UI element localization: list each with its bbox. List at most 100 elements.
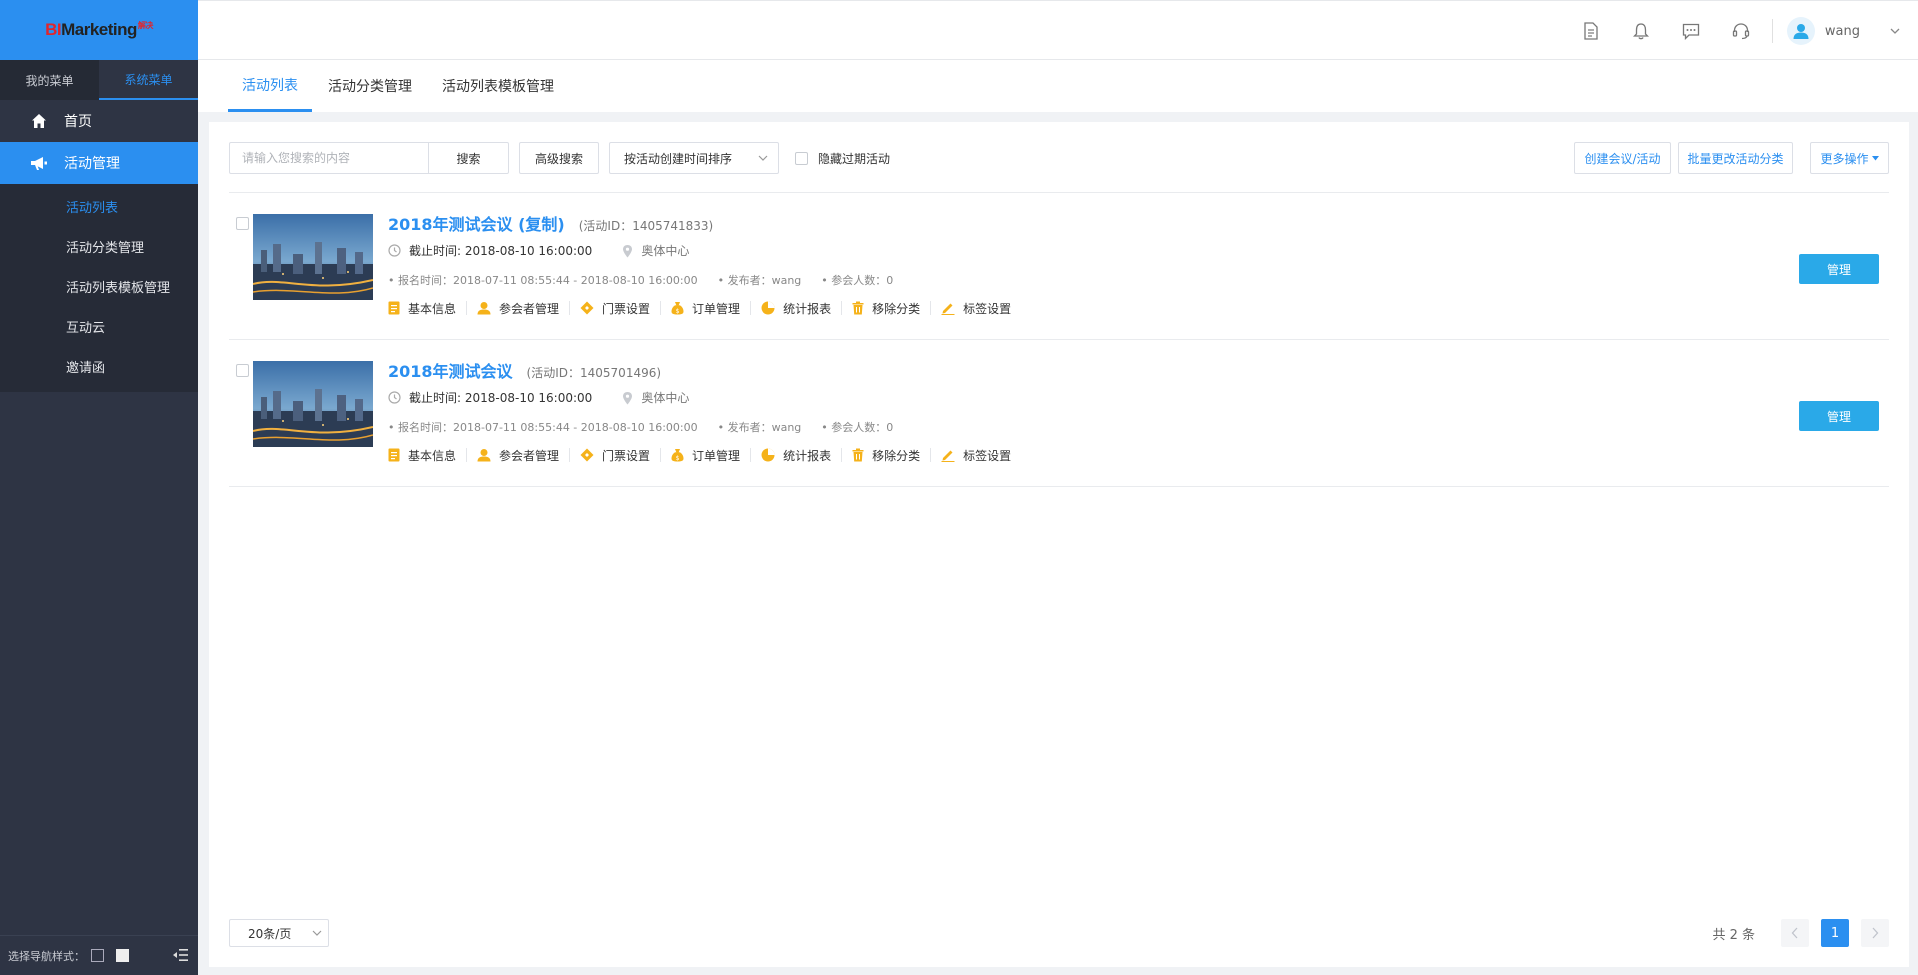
create-event-button[interactable]: 创建会议/活动 [1574,142,1671,174]
event-location: 奥体中心 [622,242,689,259]
content-panel: 搜索 高级搜索 按活动创建时间排序 隐藏过期活动 创建会议/活动 批量更改活动分… [209,122,1909,967]
subnav: 活动列表 活动分类管理 活动列表模板管理 互动云 邀请函 [0,184,198,392]
page-size-select[interactable]: 20条/页 [229,919,329,947]
nav-activity-label: 活动管理 [64,156,120,172]
tab-system-menu[interactable]: 系统菜单 [99,60,198,100]
chevron-down-icon [312,927,322,942]
pencil-icon [941,448,955,462]
action-remove-category[interactable]: 移除分类 [852,301,932,316]
event-title[interactable]: 2018年测试会议 (复制) [388,211,565,235]
event-publisher: • 发布者：wang [717,274,802,287]
event-actions: 基本信息 参会者管理 门票设置 $ 订单管理 统计报表 移除分类 标签设置 [388,301,1031,316]
user-menu[interactable]: wang [1779,17,1918,45]
nav-home-label: 首页 [64,114,92,130]
event-publisher: • 发布者：wang [717,421,802,434]
sidebar-item-template-management[interactable]: 活动列表模板管理 [0,266,198,306]
chevron-left-icon [1791,927,1798,939]
clock-icon [388,391,401,404]
advanced-search-button[interactable]: 高级搜索 [519,142,599,174]
event-location: 奥体中心 [622,389,689,406]
batch-change-category-button[interactable]: 批量更改活动分类 [1678,142,1793,174]
toolbar: 搜索 高级搜索 按活动创建时间排序 隐藏过期活动 创建会议/活动 批量更改活动分… [229,142,1889,174]
avatar [1786,17,1815,45]
event-deadline: 截止时间: 2018-08-10 16:00:00 [409,391,593,405]
money-bag-icon: $ [671,301,684,315]
message-icon[interactable] [1666,1,1716,61]
action-basic-info[interactable]: 基本信息 [388,448,468,463]
event-thumbnail[interactable] [253,214,373,300]
next-page-button[interactable] [1861,919,1889,947]
headset-support-icon[interactable] [1716,1,1766,61]
tab-my-menu[interactable]: 我的菜单 [0,60,99,100]
event-thumbnail[interactable] [253,361,373,447]
more-actions-label: 更多操作 [1820,151,1869,166]
page-number-button[interactable]: 1 [1821,919,1849,947]
sidebar-item-activity-list[interactable]: 活动列表 [0,186,198,226]
person-icon [477,448,491,462]
document-icon[interactable] [1566,1,1616,61]
event-subinfo: • 报名时间：2018-07-11 08:55:44 - 2018-08-10 … [388,419,913,435]
chevron-right-icon [1872,927,1879,939]
pencil-icon [941,301,955,315]
action-attendee-management[interactable]: 参会者管理 [477,301,571,316]
action-ticket-settings[interactable]: 门票设置 [580,448,662,463]
chevron-down-icon [758,152,768,167]
money-bag-icon: $ [671,448,684,462]
header-divider [1771,19,1773,43]
event-list: 2018年测试会议 (复制) (活动ID：1405741833) 截止时间: 2… [229,192,1889,487]
svg-text:$: $ [676,455,680,462]
more-actions-button[interactable]: 更多操作 [1810,142,1889,174]
event-title[interactable]: 2018年测试会议 [388,358,513,382]
sidebar-item-invitation[interactable]: 邀请函 [0,346,198,386]
ticket-icon [580,448,594,462]
app-logo[interactable]: BIMarketing解决 [0,0,198,60]
action-tag-settings[interactable]: 标签设置 [941,301,1021,316]
action-ticket-settings[interactable]: 门票设置 [580,301,662,316]
sidebar-item-interactive-cloud[interactable]: 互动云 [0,306,198,346]
user-name: wang [1824,23,1860,39]
nav-style-label: 选择导航样式： [8,949,85,963]
prev-page-button[interactable] [1781,919,1809,947]
event-signup-time: • 报名时间：2018-07-11 08:55:44 - 2018-08-10 … [388,274,698,287]
action-tag-settings[interactable]: 标签设置 [941,448,1021,463]
action-remove-category[interactable]: 移除分类 [852,448,932,463]
trash-icon [852,301,864,315]
action-order-management[interactable]: $ 订单管理 [671,301,752,316]
manage-button[interactable]: 管理 [1799,401,1879,431]
action-statistics[interactable]: 统计报表 [761,448,843,463]
nav-home[interactable]: 首页 [0,100,198,142]
hide-expired-toggle[interactable]: 隐藏过期活动 [795,142,890,174]
manage-button[interactable]: 管理 [1799,254,1879,284]
sort-select[interactable]: 按活动创建时间排序 [609,142,779,174]
search-button[interactable]: 搜索 [428,142,509,174]
page-size-value: 20条/页 [248,926,292,941]
sidebar-item-category-management[interactable]: 活动分类管理 [0,226,198,266]
event-title-line: 2018年测试会议 (复制) (活动ID：1405741833) [388,211,713,235]
event-attendees: • 参会人数：0 [821,421,894,434]
action-order-management[interactable]: $ 订单管理 [671,448,752,463]
action-attendee-management[interactable]: 参会者管理 [477,448,571,463]
event-title-line: 2018年测试会议 (活动ID：1405701496) [388,358,661,382]
tab-template-management[interactable]: 活动列表模板管理 [428,60,568,112]
collapse-sidebar-icon[interactable] [172,948,188,965]
row-checkbox[interactable] [236,364,249,377]
chevron-down-icon [1890,24,1900,38]
nav-style-selector: 选择导航样式： [0,935,198,975]
action-statistics[interactable]: 统计报表 [761,301,843,316]
tab-activity-list[interactable]: 活动列表 [228,60,312,112]
pie-chart-icon [761,301,775,315]
row-checkbox[interactable] [236,217,249,230]
bell-icon[interactable] [1616,1,1666,61]
event-meta: 截止时间: 2018-08-10 16:00:00 奥体中心 [388,242,689,259]
tab-category-management[interactable]: 活动分类管理 [314,60,426,112]
hide-expired-checkbox[interactable] [795,151,808,165]
document-icon [388,301,400,315]
total-count: 共 2 条 [1712,927,1755,943]
person-icon [477,301,491,315]
nav-style-dark-option[interactable] [91,949,104,962]
search-input[interactable] [229,142,429,174]
nav-activity-management[interactable]: 活动管理 [0,142,198,184]
sort-select-value: 按活动创建时间排序 [624,151,733,166]
action-basic-info[interactable]: 基本信息 [388,301,468,316]
nav-style-light-option[interactable] [116,949,129,962]
